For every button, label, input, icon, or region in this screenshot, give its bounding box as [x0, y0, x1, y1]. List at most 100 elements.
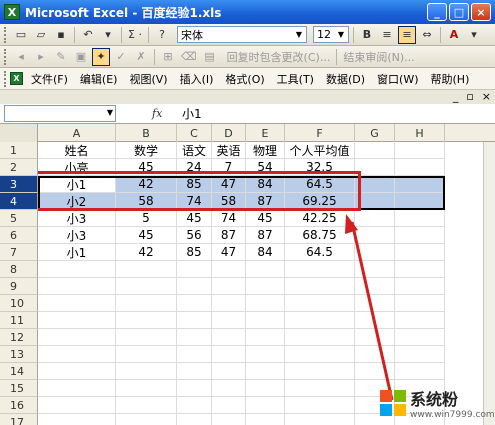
cell-d14[interactable]: [212, 363, 246, 380]
close-button[interactable]: ×: [471, 3, 491, 21]
row-header-2[interactable]: 2: [0, 159, 38, 176]
cell-f3[interactable]: 64.5: [285, 176, 355, 193]
cell-c1[interactable]: 语文: [177, 142, 212, 159]
cell-h12[interactable]: [395, 329, 445, 346]
row-header-15[interactable]: 15: [0, 380, 38, 397]
cell-c10[interactable]: [177, 295, 212, 312]
cell-b16[interactable]: [116, 397, 177, 414]
cell-d2[interactable]: 7: [212, 159, 246, 176]
toolbar-grip[interactable]: [4, 26, 7, 43]
cell-a10[interactable]: [38, 295, 116, 312]
cell-h2[interactable]: [395, 159, 445, 176]
select-all-corner[interactable]: [0, 124, 38, 142]
row-header-11[interactable]: 11: [0, 312, 38, 329]
cell-d6[interactable]: 87: [212, 227, 246, 244]
autosum-button[interactable]: Σ ·: [126, 26, 144, 44]
formula-input[interactable]: 小1: [174, 105, 202, 122]
cell-g5[interactable]: [355, 210, 395, 227]
cell-d5[interactable]: 74: [212, 210, 246, 227]
menu-data[interactable]: 数据(D): [320, 71, 371, 87]
column-header-b[interactable]: B: [116, 124, 177, 142]
edit-comment-icon[interactable]: ✎: [52, 48, 70, 66]
column-header-f[interactable]: F: [285, 124, 355, 142]
cell-f13[interactable]: [285, 346, 355, 363]
row-header-10[interactable]: 10: [0, 295, 38, 312]
column-header-g[interactable]: G: [355, 124, 395, 142]
cell-g7[interactable]: [355, 244, 395, 261]
cell-a1[interactable]: 姓名: [38, 142, 116, 159]
cell-g11[interactable]: [355, 312, 395, 329]
cell-g1[interactable]: [355, 142, 395, 159]
row-header-1[interactable]: 1: [0, 142, 38, 159]
row-header-16[interactable]: 16: [0, 397, 38, 414]
cell-f1[interactable]: 个人平均值: [285, 142, 355, 159]
toolbar-grip[interactable]: [4, 48, 7, 65]
cell-c2[interactable]: 24: [177, 159, 212, 176]
track-changes-icon[interactable]: ⊞: [159, 48, 177, 66]
cell-e16[interactable]: [246, 397, 285, 414]
cell-f6[interactable]: 68.75: [285, 227, 355, 244]
cell-e6[interactable]: 87: [246, 227, 285, 244]
cell-a11[interactable]: [38, 312, 116, 329]
row-header-12[interactable]: 12: [0, 329, 38, 346]
cell-h9[interactable]: [395, 278, 445, 295]
cell-b11[interactable]: [116, 312, 177, 329]
cell-c6[interactable]: 56: [177, 227, 212, 244]
merge-center-icon[interactable]: ⇔: [418, 26, 436, 44]
cell-g14[interactable]: [355, 363, 395, 380]
cell-h4[interactable]: [395, 193, 445, 210]
function-icon[interactable]: fx: [152, 107, 174, 120]
column-header-h[interactable]: H: [395, 124, 445, 142]
align-center-icon[interactable]: ≡: [398, 25, 416, 44]
cell-h8[interactable]: [395, 261, 445, 278]
cell-a2[interactable]: 小亮: [38, 159, 116, 176]
font-name-select[interactable]: 宋体 ▼: [177, 26, 307, 43]
row-header-8[interactable]: 8: [0, 261, 38, 278]
cell-f4[interactable]: 69.25: [285, 193, 355, 210]
cell-b14[interactable]: [116, 363, 177, 380]
cell-h11[interactable]: [395, 312, 445, 329]
save-icon[interactable]: ▪: [52, 26, 70, 44]
cell-f12[interactable]: [285, 329, 355, 346]
workbook-minimize-icon[interactable]: _: [453, 90, 459, 103]
cell-f10[interactable]: [285, 295, 355, 312]
cell-e14[interactable]: [246, 363, 285, 380]
end-review-button[interactable]: 结束审阅(N)...: [341, 48, 416, 66]
menu-tools[interactable]: 工具(T): [271, 71, 320, 87]
cell-f11[interactable]: [285, 312, 355, 329]
cell-a15[interactable]: [38, 380, 116, 397]
cell-d1[interactable]: 英语: [212, 142, 246, 159]
row-header-13[interactable]: 13: [0, 346, 38, 363]
cell-a17[interactable]: [38, 414, 116, 425]
cell-f15[interactable]: [285, 380, 355, 397]
cell-e8[interactable]: [246, 261, 285, 278]
cell-e5[interactable]: 45: [246, 210, 285, 227]
menu-help[interactable]: 帮助(H): [425, 71, 476, 87]
cell-d9[interactable]: [212, 278, 246, 295]
reply-with-changes-button[interactable]: 回复时包含更改(C)...: [225, 48, 333, 66]
row-header-5[interactable]: 5: [0, 210, 38, 227]
cell-h3[interactable]: [395, 176, 445, 193]
cell-a16[interactable]: [38, 397, 116, 414]
cell-d7[interactable]: 47: [212, 244, 246, 261]
cell-f5[interactable]: 42.25: [285, 210, 355, 227]
cell-e11[interactable]: [246, 312, 285, 329]
cell-b4[interactable]: 58: [116, 193, 177, 210]
row-header-6[interactable]: 6: [0, 227, 38, 244]
cell-e2[interactable]: 54: [246, 159, 285, 176]
cell-a12[interactable]: [38, 329, 116, 346]
cell-b7[interactable]: 42: [116, 244, 177, 261]
cell-e17[interactable]: [246, 414, 285, 425]
column-header-d[interactable]: D: [212, 124, 246, 142]
cell-c8[interactable]: [177, 261, 212, 278]
document-icon[interactable]: X: [10, 72, 23, 85]
cell-b1[interactable]: 数学: [116, 142, 177, 159]
cell-g2[interactable]: [355, 159, 395, 176]
cell-a6[interactable]: 小3: [38, 227, 116, 244]
cell-c17[interactable]: [177, 414, 212, 425]
cell-b10[interactable]: [116, 295, 177, 312]
row-header-14[interactable]: 14: [0, 363, 38, 380]
row-header-9[interactable]: 9: [0, 278, 38, 295]
menu-window[interactable]: 窗口(W): [371, 71, 424, 87]
cell-b8[interactable]: [116, 261, 177, 278]
